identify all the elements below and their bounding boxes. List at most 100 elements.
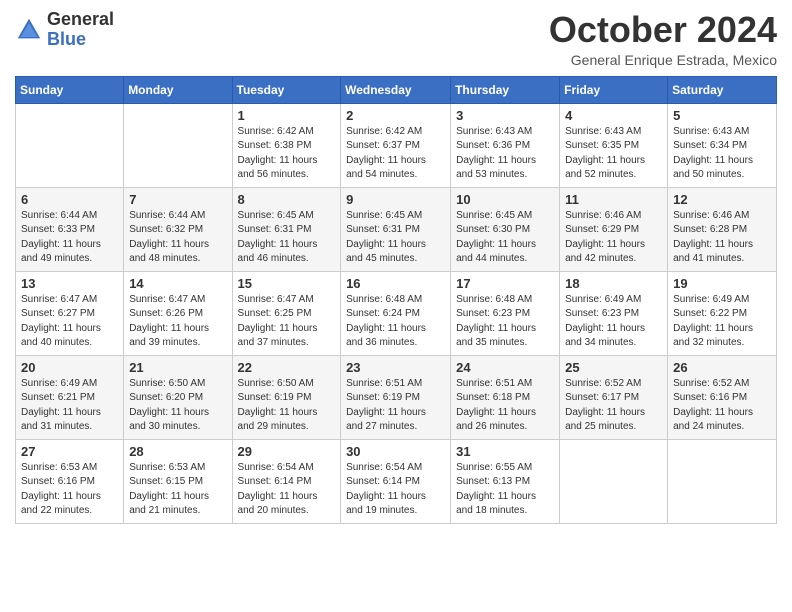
day-detail: Sunrise: 6:47 AM Sunset: 6:26 PM Dayligh… [129,293,226,351]
day-detail: Sunrise: 6:55 AM Sunset: 6:13 PM Dayligh… [456,461,554,519]
day-detail: Sunrise: 6:49 AM Sunset: 6:23 PM Dayligh… [565,293,662,351]
week-row-5: 27Sunrise: 6:53 AM Sunset: 6:16 PM Dayli… [16,439,777,523]
day-detail: Sunrise: 6:47 AM Sunset: 6:25 PM Dayligh… [238,293,336,351]
day-number: 19 [673,276,771,291]
calendar-cell: 20 Sunrise: 6:49 AM Sunset: 6:21 PM Dayli… [16,355,124,439]
calendar-table: SundayMondayTuesdayWednesdayThursdayFrid… [15,76,777,524]
calendar-cell: 4 Sunrise: 6:43 AM Sunset: 6:35 PM Daylig… [560,103,668,187]
calendar-cell: 24Sunrise: 6:51 AM Sunset: 6:18 PM Dayli… [451,355,560,439]
day-detail: Sunrise: 6:46 AM Sunset: 6:28 PM Dayligh… [673,209,771,267]
calendar-cell: 2 Sunrise: 6:42 AM Sunset: 6:37 PM Daylig… [341,103,451,187]
calendar-cell: 18 Sunrise: 6:49 AM Sunset: 6:23 PM Dayli… [560,271,668,355]
calendar-cell [124,103,232,187]
calendar-cell: 28 Sunrise: 6:53 AM Sunset: 6:15 PM Dayli… [124,439,232,523]
day-number: 26 [673,360,771,375]
day-detail: Sunrise: 6:45 AM Sunset: 6:31 PM Dayligh… [346,209,445,267]
calendar-cell: 22 Sunrise: 6:50 AM Sunset: 6:19 PM Dayli… [232,355,341,439]
day-number: 4 [565,108,662,123]
day-detail: Sunrise: 6:45 AM Sunset: 6:30 PM Dayligh… [456,209,554,267]
calendar-cell: 17Sunrise: 6:48 AM Sunset: 6:23 PM Dayli… [451,271,560,355]
week-row-4: 20 Sunrise: 6:49 AM Sunset: 6:21 PM Dayli… [16,355,777,439]
day-detail: Sunrise: 6:44 AM Sunset: 6:33 PM Dayligh… [21,209,118,267]
weekday-thursday: Thursday [451,76,560,103]
calendar-cell: 16 Sunrise: 6:48 AM Sunset: 6:24 PM Dayli… [341,271,451,355]
day-number: 8 [238,192,336,207]
day-number: 30 [346,444,445,459]
calendar-cell: 31 Sunrise: 6:55 AM Sunset: 6:13 PM Dayli… [451,439,560,523]
day-detail: Sunrise: 6:54 AM Sunset: 6:14 PM Dayligh… [238,461,336,519]
logo-text: General Blue [47,10,114,50]
weekday-tuesday: Tuesday [232,76,341,103]
day-number: 5 [673,108,771,123]
weekday-wednesday: Wednesday [341,76,451,103]
calendar-cell [668,439,777,523]
calendar-cell [560,439,668,523]
calendar-cell: 9 Sunrise: 6:45 AM Sunset: 6:31 PM Daylig… [341,187,451,271]
weekday-friday: Friday [560,76,668,103]
day-number: 31 [456,444,554,459]
day-number: 18 [565,276,662,291]
calendar-cell: 11 Sunrise: 6:46 AM Sunset: 6:29 PM Dayli… [560,187,668,271]
day-detail: Sunrise: 6:44 AM Sunset: 6:32 PM Dayligh… [129,209,226,267]
day-number: 29 [238,444,336,459]
day-number: 11 [565,192,662,207]
weekday-sunday: Sunday [16,76,124,103]
month-title: October 2024 [549,10,777,50]
day-detail: Sunrise: 6:46 AM Sunset: 6:29 PM Dayligh… [565,209,662,267]
day-number: 23 [346,360,445,375]
calendar-cell: 30 Sunrise: 6:54 AM Sunset: 6:14 PM Dayli… [341,439,451,523]
day-number: 1 [238,108,336,123]
calendar-cell: 19 Sunrise: 6:49 AM Sunset: 6:22 PM Dayli… [668,271,777,355]
calendar-cell: 8Sunrise: 6:45 AM Sunset: 6:31 PM Daylig… [232,187,341,271]
day-detail: Sunrise: 6:49 AM Sunset: 6:22 PM Dayligh… [673,293,771,351]
calendar-cell: 12Sunrise: 6:46 AM Sunset: 6:28 PM Dayli… [668,187,777,271]
title-block: October 2024 General Enrique Estrada, Me… [549,10,777,68]
calendar-cell: 1Sunrise: 6:42 AM Sunset: 6:38 PM Daylig… [232,103,341,187]
day-detail: Sunrise: 6:43 AM Sunset: 6:36 PM Dayligh… [456,125,554,183]
day-detail: Sunrise: 6:53 AM Sunset: 6:15 PM Dayligh… [129,461,226,519]
weekday-saturday: Saturday [668,76,777,103]
day-detail: Sunrise: 6:52 AM Sunset: 6:16 PM Dayligh… [673,377,771,435]
calendar-cell: 27Sunrise: 6:53 AM Sunset: 6:16 PM Dayli… [16,439,124,523]
calendar-cell: 26 Sunrise: 6:52 AM Sunset: 6:16 PM Dayli… [668,355,777,439]
day-detail: Sunrise: 6:51 AM Sunset: 6:18 PM Dayligh… [456,377,554,435]
calendar-cell: 7Sunrise: 6:44 AM Sunset: 6:32 PM Daylig… [124,187,232,271]
day-number: 13 [21,276,118,291]
day-detail: Sunrise: 6:43 AM Sunset: 6:34 PM Dayligh… [673,125,771,183]
logo-icon [15,16,43,44]
day-detail: Sunrise: 6:52 AM Sunset: 6:17 PM Dayligh… [565,377,662,435]
day-number: 15 [238,276,336,291]
calendar-cell: 21Sunrise: 6:50 AM Sunset: 6:20 PM Dayli… [124,355,232,439]
day-detail: Sunrise: 6:51 AM Sunset: 6:19 PM Dayligh… [346,377,445,435]
week-row-1: 1Sunrise: 6:42 AM Sunset: 6:38 PM Daylig… [16,103,777,187]
day-detail: Sunrise: 6:48 AM Sunset: 6:24 PM Dayligh… [346,293,445,351]
day-number: 2 [346,108,445,123]
day-detail: Sunrise: 6:54 AM Sunset: 6:14 PM Dayligh… [346,461,445,519]
page-header: General Blue October 2024 General Enriqu… [15,10,777,68]
day-number: 28 [129,444,226,459]
day-detail: Sunrise: 6:50 AM Sunset: 6:19 PM Dayligh… [238,377,336,435]
day-number: 16 [346,276,445,291]
calendar-cell: 5 Sunrise: 6:43 AM Sunset: 6:34 PM Daylig… [668,103,777,187]
day-number: 25 [565,360,662,375]
day-detail: Sunrise: 6:53 AM Sunset: 6:16 PM Dayligh… [21,461,118,519]
calendar-cell: 29 Sunrise: 6:54 AM Sunset: 6:14 PM Dayli… [232,439,341,523]
day-number: 3 [456,108,554,123]
week-row-3: 13 Sunrise: 6:47 AM Sunset: 6:27 PM Dayli… [16,271,777,355]
calendar-cell: 14Sunrise: 6:47 AM Sunset: 6:26 PM Dayli… [124,271,232,355]
day-number: 20 [21,360,118,375]
day-detail: Sunrise: 6:43 AM Sunset: 6:35 PM Dayligh… [565,125,662,183]
day-number: 9 [346,192,445,207]
calendar-body: 1Sunrise: 6:42 AM Sunset: 6:38 PM Daylig… [16,103,777,523]
calendar-cell: 3 Sunrise: 6:43 AM Sunset: 6:36 PM Daylig… [451,103,560,187]
weekday-header-row: SundayMondayTuesdayWednesdayThursdayFrid… [16,76,777,103]
calendar-cell: 15 Sunrise: 6:47 AM Sunset: 6:25 PM Dayli… [232,271,341,355]
day-number: 10 [456,192,554,207]
day-detail: Sunrise: 6:47 AM Sunset: 6:27 PM Dayligh… [21,293,118,351]
day-detail: Sunrise: 6:42 AM Sunset: 6:37 PM Dayligh… [346,125,445,183]
day-number: 21 [129,360,226,375]
day-detail: Sunrise: 6:49 AM Sunset: 6:21 PM Dayligh… [21,377,118,435]
logo: General Blue [15,10,114,50]
week-row-2: 6Sunrise: 6:44 AM Sunset: 6:33 PM Daylig… [16,187,777,271]
day-number: 22 [238,360,336,375]
